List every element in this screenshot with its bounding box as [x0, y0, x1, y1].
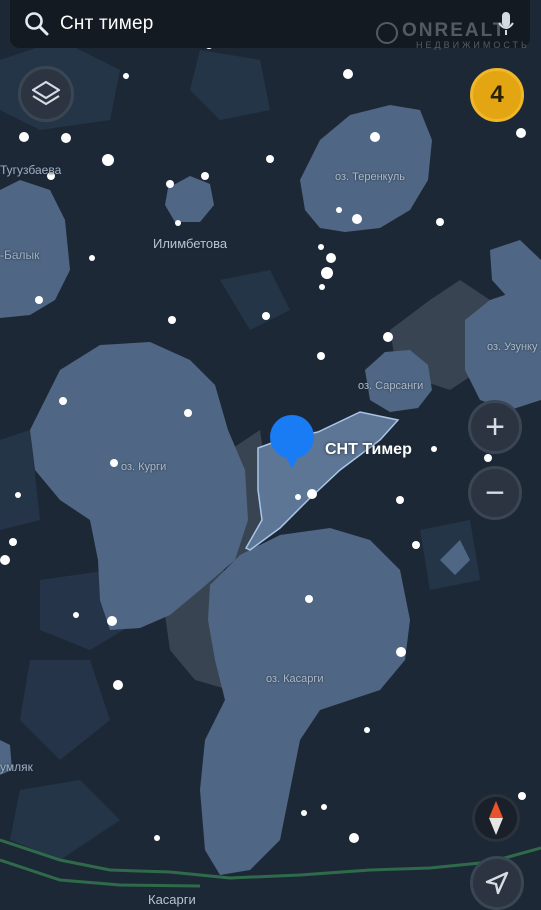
layers-icon	[31, 80, 61, 106]
lake-label-uzunkul: оз. Узунку	[487, 341, 538, 353]
lake-label-kurgi: оз. Курги	[121, 461, 167, 473]
zoom-in-button[interactable]: +	[468, 400, 522, 454]
cluster-count-badge[interactable]: 4	[470, 68, 524, 122]
layers-button[interactable]	[18, 66, 74, 122]
zoom-out-button[interactable]: −	[468, 466, 522, 520]
place-label-tuguzbaeva: Тугузбаева	[0, 163, 62, 177]
place-label-umlyak: умляк	[0, 760, 33, 774]
place-label-kasargi-town: Касарги	[148, 892, 196, 907]
zoom-in-label: +	[485, 408, 505, 446]
compass-button[interactable]	[472, 794, 520, 842]
search-icon	[25, 12, 49, 36]
lake-label-terenkul: оз. Теренкуль	[335, 171, 406, 183]
map-pin-icon[interactable]	[268, 415, 316, 473]
lake-label-sarsangi: оз. Сарсанги	[358, 380, 424, 392]
compass-icon	[489, 801, 503, 835]
zoom-out-label: −	[485, 474, 505, 512]
selected-place-label[interactable]: СНТ Тимер	[325, 441, 412, 459]
place-label-ilimbetova: Илимбетова	[153, 236, 228, 251]
place-label-balyk: -Балык	[0, 248, 40, 262]
watermark-logo-icon	[376, 22, 398, 44]
location-arrow-icon	[485, 871, 509, 895]
watermark-subtitle: НЕДВИЖИМОСТЬ	[416, 40, 530, 50]
search-query[interactable]: Снт тимер	[60, 13, 154, 35]
watermark-title: ONREALT	[402, 20, 507, 41]
my-location-button[interactable]	[470, 856, 524, 910]
lake-label-kasargi: оз. Касарги	[266, 673, 324, 685]
